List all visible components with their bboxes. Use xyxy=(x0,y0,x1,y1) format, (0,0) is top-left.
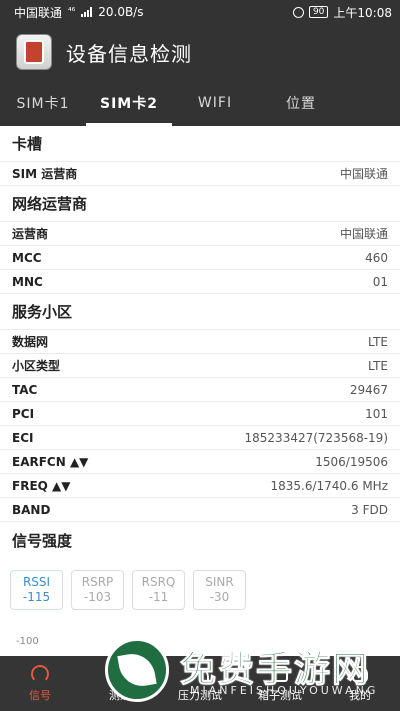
row-value: 1506/19506 xyxy=(315,454,388,469)
signal-icon xyxy=(30,664,50,683)
chip-name: RSRQ xyxy=(141,575,176,589)
carrier-label: 中国联通 xyxy=(14,5,63,20)
alarm-icon xyxy=(292,6,304,18)
row-value: 3 FDD xyxy=(351,502,388,517)
chip-sinr[interactable]: SINR -30 xyxy=(193,570,246,610)
tab-sim1[interactable]: SIM卡1 xyxy=(0,80,86,126)
info-row-tac: TAC 29467 xyxy=(0,378,400,402)
clock: 上午10:08 xyxy=(333,5,392,20)
chip-name: SINR xyxy=(205,575,234,589)
info-row-mcc: MCC 460 xyxy=(0,246,400,270)
chip-value: -115 xyxy=(22,590,51,604)
app-title: 设备信息检测 xyxy=(66,41,192,66)
chart-y-axis-label: -100 xyxy=(16,636,39,647)
row-value: LTE xyxy=(368,334,388,349)
section-slot-title: 卡槽 xyxy=(0,126,400,162)
row-label: MNC xyxy=(12,274,43,289)
info-row-freq[interactable]: FREQ ▲▼ 1835.6/1740.6 MHz xyxy=(0,474,400,498)
row-value: 01 xyxy=(372,274,388,289)
nav-label: 信号 xyxy=(29,688,51,702)
info-row-eci: ECI 185233427(723568-19) xyxy=(0,426,400,450)
chip-value: -103 xyxy=(83,590,112,604)
row-value: 中国联通 xyxy=(339,167,388,181)
row-label: 运营商 xyxy=(12,227,49,241)
network-type-badge: ⁴⁶ xyxy=(68,7,76,17)
section-signal-title: 信号强度 xyxy=(12,531,73,550)
row-value: 460 xyxy=(365,250,388,265)
info-row-data-network: 数据网 LTE xyxy=(0,330,400,354)
chip-rssi[interactable]: RSSI -115 xyxy=(10,570,63,610)
info-row-pci: PCI 101 xyxy=(0,402,400,426)
chip-name: RSRP xyxy=(81,575,114,589)
row-value: 1835.6/1740.6 MHz xyxy=(270,478,388,493)
chip-value: -30 xyxy=(209,590,230,604)
watermark-logo-icon xyxy=(105,638,169,702)
signal-metric-chips: RSSI -115 RSRP -103 RSRQ -11 SINR -30 xyxy=(0,558,400,610)
info-row-mnc: MNC 01 xyxy=(0,270,400,294)
info-row-sim-operator: SIM 运营商 中国联通 xyxy=(0,162,400,186)
row-label: 数据网 xyxy=(12,335,49,349)
chip-rsrq[interactable]: RSRQ -11 xyxy=(132,570,185,610)
section-operator-title: 网络运营商 xyxy=(0,186,400,222)
info-row-operator: 运营商 中国联通 xyxy=(0,222,400,246)
row-label: SIM 运营商 xyxy=(12,167,78,181)
row-value: 101 xyxy=(365,406,388,421)
tab-bar: SIM卡1 SIM卡2 WIFI 位置 xyxy=(0,80,400,126)
cell-signal-icon xyxy=(81,7,93,17)
row-label: EARFCN ▲▼ xyxy=(12,454,89,469)
app-bar: 设备信息检测 xyxy=(0,24,400,80)
network-speed: 20.0B/s xyxy=(98,5,144,19)
chip-name: RSSI xyxy=(22,575,51,589)
row-label: 小区类型 xyxy=(12,359,61,373)
info-content[interactable]: 卡槽 SIM 运营商 中国联通 网络运营商 运营商 中国联通 MCC 460 M… xyxy=(0,126,400,656)
tab-wifi[interactable]: WIFI xyxy=(172,80,258,126)
row-label: BAND xyxy=(12,502,51,517)
row-label: FREQ ▲▼ xyxy=(12,478,71,493)
info-row-band: BAND 3 FDD xyxy=(0,498,400,522)
app-logo-icon xyxy=(16,34,52,70)
row-label: MCC xyxy=(12,250,42,265)
chip-value: -11 xyxy=(148,590,169,604)
info-row-cell-type: 小区类型 LTE xyxy=(0,354,400,378)
section-cell-title: 服务小区 xyxy=(0,294,400,330)
row-value: LTE xyxy=(368,358,388,373)
row-value: 185233427(723568-19) xyxy=(244,430,388,445)
info-row-earfcn[interactable]: EARFCN ▲▼ 1506/19506 xyxy=(0,450,400,474)
battery-icon: 90 xyxy=(308,6,329,18)
row-label: ECI xyxy=(12,430,34,445)
row-value: 29467 xyxy=(349,382,388,397)
status-bar: 中国联通 ⁴⁶ 20.0B/s 90 上午10:08 xyxy=(0,0,400,24)
row-label: TAC xyxy=(12,382,38,397)
row-label: PCI xyxy=(12,406,35,421)
tab-sim2[interactable]: SIM卡2 xyxy=(86,80,172,126)
row-value: 中国联通 xyxy=(339,227,388,241)
nav-signal[interactable]: 信号 xyxy=(0,656,80,711)
watermark-subtext: MIANFEISHOUYOUWANG xyxy=(190,684,379,697)
tab-location[interactable]: 位置 xyxy=(258,80,344,126)
chip-rsrp[interactable]: RSRP -103 xyxy=(71,570,124,610)
